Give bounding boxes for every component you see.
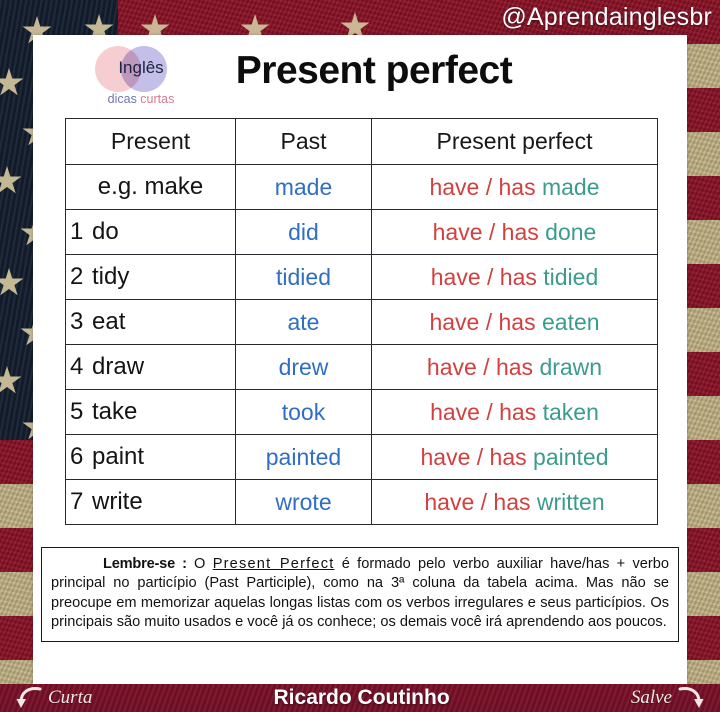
table-header: Present Past Present perfect — [65, 118, 658, 165]
cell-past: made — [235, 164, 372, 210]
logo-tagline: dicas curtas — [91, 92, 191, 106]
cell-past: ate — [235, 299, 372, 345]
table-row: 1 do did have / has done — [65, 209, 658, 255]
cell-present-perfect: have / has tidied — [371, 254, 658, 300]
cell-present: e.g. make — [65, 164, 236, 210]
table-row: e.g. make made have / has made — [65, 164, 658, 210]
table-row: 6 paint painted have / has painted — [65, 434, 658, 480]
row-number: 5 — [70, 398, 84, 425]
card-header: Inglês dicas curtas Present perfect — [33, 35, 687, 117]
logo-tagline-part1: dicas — [107, 92, 141, 106]
cell-past: wrote — [235, 479, 372, 525]
table-row: 7 write wrote have / has written — [65, 479, 658, 525]
past-participle: tidied — [543, 263, 599, 290]
table-row: 3 eat ate have / has eaten — [65, 299, 658, 345]
auxiliary-verb: have / has — [430, 398, 537, 425]
cell-present: 5 take — [65, 389, 236, 435]
past-participle: drawn — [539, 353, 603, 380]
cell-present-perfect: have / has painted — [371, 434, 658, 480]
footer-like-group[interactable]: Curta — [16, 686, 92, 710]
table-row: 2 tidy tidied have / has tidied — [65, 254, 658, 300]
cell-past: took — [235, 389, 372, 435]
column-header-past: Past — [235, 118, 372, 165]
cell-present: 2 tidy — [65, 254, 236, 300]
present-verb: tidy — [92, 263, 130, 290]
logo-tagline-part2: curtas — [140, 92, 175, 106]
row-number: 3 — [70, 308, 84, 335]
content-card: Inglês dicas curtas Present perfect Pres… — [33, 35, 687, 684]
past-participle: eaten — [541, 308, 600, 335]
table-row: 5 take took have / has taken — [65, 389, 658, 435]
past-participle: painted — [533, 443, 609, 470]
footer-bar: Curta Ricardo Coutinho Salve — [0, 684, 720, 712]
note-link-present-perfect[interactable]: Present Perfect — [213, 556, 335, 572]
cell-present: 4 draw — [65, 344, 236, 390]
row-number: 4 — [70, 353, 84, 380]
cell-present-perfect: have / has eaten — [371, 299, 658, 345]
row-number: 7 — [70, 488, 84, 515]
row-number: 1 — [70, 218, 84, 245]
present-verb: do — [92, 218, 119, 245]
column-header-present-perfect: Present perfect — [371, 118, 658, 165]
curved-arrow-left-icon — [16, 687, 42, 708]
cell-present-perfect: have / has done — [371, 209, 658, 255]
past-participle: done — [545, 218, 597, 245]
cell-present: 7 write — [65, 479, 236, 525]
page-title: Present perfect — [235, 49, 513, 92]
cell-present-perfect: have / has made — [371, 164, 658, 210]
present-verb: eat — [92, 308, 126, 335]
table-header-row: Present Past Present perfect — [65, 118, 658, 165]
auxiliary-verb: have / has — [424, 488, 531, 515]
cell-past: drew — [235, 344, 372, 390]
table-body: e.g. make made have / has made 1 do did have /… — [65, 164, 658, 525]
row-number: 2 — [70, 263, 84, 290]
column-header-present: Present — [65, 118, 236, 165]
curved-arrow-right-icon — [678, 687, 704, 708]
cell-past: tidied — [235, 254, 372, 300]
table-row: 4 draw drew have / has drawn — [65, 344, 658, 390]
cell-present: 1 do — [65, 209, 236, 255]
auxiliary-verb: have / has — [426, 353, 534, 380]
footer-save-label: Salve — [630, 687, 672, 708]
present-verb: paint — [92, 443, 145, 470]
note-before-link: O — [186, 556, 213, 572]
verb-conjugation-table: Present Past Present perfect e.g. make ma… — [65, 118, 658, 525]
footer-like-label: Curta — [48, 687, 93, 708]
auxiliary-verb: have / has — [429, 173, 536, 200]
watermark-bar: @Aprendainglesbr — [0, 0, 720, 34]
past-participle: taken — [542, 398, 599, 425]
footer-author-name: Ricardo Coutinho — [273, 686, 450, 709]
past-participle: written — [536, 488, 605, 515]
cell-past: painted — [235, 434, 372, 480]
auxiliary-verb: have / has — [420, 443, 527, 470]
row-number: 6 — [70, 443, 84, 470]
cell-present-perfect: have / has taken — [371, 389, 658, 435]
auxiliary-verb: have / has — [430, 263, 537, 290]
present-verb: e.g. make — [97, 173, 204, 200]
auxiliary-verb: have / has — [429, 308, 536, 335]
cell-present-perfect: have / has drawn — [371, 344, 658, 390]
cell-present: 6 paint — [65, 434, 236, 480]
past-participle: made — [541, 173, 600, 200]
present-verb: take — [92, 398, 138, 425]
present-verb: write — [92, 488, 143, 515]
note-box: Lembre-se : O Present Perfect é formado … — [41, 547, 679, 642]
note-label: Lembre-se : — [103, 556, 187, 572]
account-handle: @Aprendainglesbr — [501, 2, 712, 31]
note-text: Lembre-se : O Present Perfect é formado … — [51, 555, 669, 633]
cell-past: did — [235, 209, 372, 255]
cell-present-perfect: have / has written — [371, 479, 658, 525]
auxiliary-verb: have / has — [432, 218, 539, 245]
footer-save-group[interactable]: Salve — [631, 686, 704, 710]
cell-present: 3 eat — [65, 299, 236, 345]
present-verb: draw — [92, 353, 145, 380]
